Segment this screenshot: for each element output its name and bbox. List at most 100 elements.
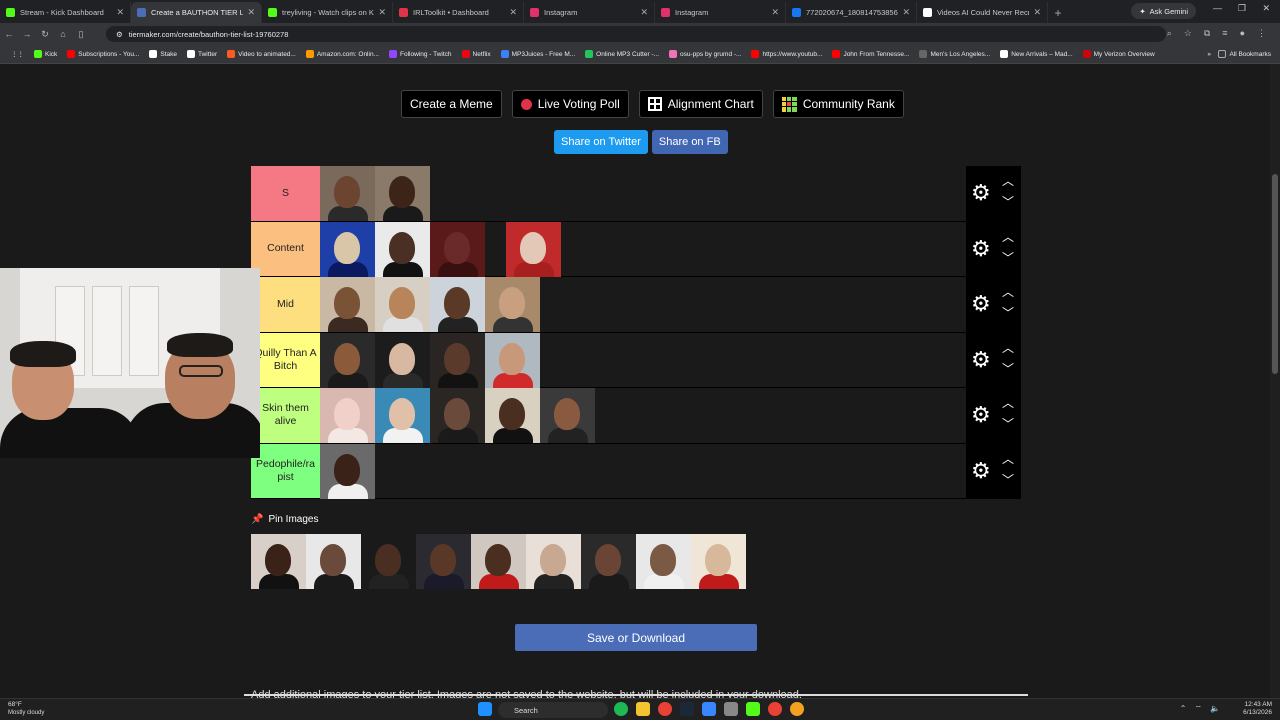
tier-item-image[interactable] xyxy=(430,277,485,332)
browser-tab[interactable]: 772020674_1808147538569141... ✕ xyxy=(786,2,917,23)
back-icon[interactable]: ← xyxy=(0,29,18,39)
tier-item-image[interactable] xyxy=(375,277,430,332)
new-tab-icon[interactable]: + xyxy=(1048,2,1068,23)
tab-close-icon[interactable]: ✕ xyxy=(902,7,910,18)
site-info-icon[interactable]: ⚙ xyxy=(116,30,123,39)
live-voting-poll-button[interactable]: Live Voting Poll xyxy=(511,90,629,118)
browser-tab[interactable]: treyliving - Watch clips on Kick ✕ xyxy=(262,2,393,23)
chevron-up-icon[interactable]: ︿ xyxy=(1000,283,1016,300)
kick-icon[interactable] xyxy=(746,702,760,716)
bookmark-item[interactable]: John From Tennesse... xyxy=(827,50,914,58)
bookmark-item[interactable]: Online MP3 Cutter -... xyxy=(580,50,664,58)
spotify-icon[interactable] xyxy=(614,702,628,716)
tier-item-image[interactable] xyxy=(430,332,485,388)
tier-item-image[interactable] xyxy=(375,221,430,277)
close-window-icon[interactable]: ✕ xyxy=(1262,3,1270,14)
tray-chevron-icon[interactable]: ⌃ xyxy=(1180,704,1187,714)
tier-item-image[interactable] xyxy=(485,277,540,332)
page-scrollbar[interactable] xyxy=(1270,64,1280,698)
tier-label[interactable]: Content xyxy=(251,221,320,276)
tier-items[interactable] xyxy=(320,166,966,221)
gear-icon[interactable]: ⚙ xyxy=(971,182,993,204)
pin-image[interactable] xyxy=(471,534,526,589)
tier-item-image[interactable] xyxy=(320,166,375,221)
bookmark-item[interactable]: MP3Juices - Free M... xyxy=(496,50,581,58)
maximize-icon[interactable]: ❐ xyxy=(1238,3,1246,14)
chevron-up-icon[interactable]: ︿ xyxy=(1000,172,1016,189)
tier-item-image[interactable] xyxy=(375,332,430,388)
obs-icon[interactable] xyxy=(724,702,738,716)
pin-image[interactable] xyxy=(691,534,746,589)
address-bar[interactable]: ⚙ tiermaker.com/create/bauthon-tier-list… xyxy=(106,26,1166,42)
tier-label[interactable]: Mid xyxy=(251,277,320,332)
forward-icon[interactable]: → xyxy=(18,29,36,39)
bookmark-item[interactable]: New Arrivals – Mad... xyxy=(995,50,1077,58)
tier-items[interactable] xyxy=(320,443,966,499)
alignment-chart-button[interactable]: Alignment Chart xyxy=(638,90,763,118)
tier-label[interactable]: Pedophile/ra pist xyxy=(251,443,320,498)
bookmark-item[interactable]: Amazon.com: Onlin... xyxy=(301,50,384,58)
app-icon[interactable] xyxy=(702,702,716,716)
tier-item-image[interactable] xyxy=(375,166,430,221)
chrome-icon[interactable] xyxy=(658,702,672,716)
tier-item-image[interactable] xyxy=(485,388,540,443)
tier-item-image[interactable] xyxy=(430,388,485,443)
tab-close-icon[interactable]: ✕ xyxy=(1033,7,1041,18)
gear-icon[interactable]: ⚙ xyxy=(971,293,993,315)
pin-image[interactable] xyxy=(416,534,471,589)
bookmark-item[interactable]: Subscriptions - You... xyxy=(62,50,144,58)
tier-item-image[interactable] xyxy=(320,388,375,443)
chevron-down-icon[interactable]: ﹀ xyxy=(1000,249,1016,266)
bookmark-item[interactable]: Following - Twitch xyxy=(384,50,457,58)
bookmark-item[interactable]: Kick xyxy=(29,50,62,58)
network-icon[interactable]: ⌔ xyxy=(1195,704,1203,714)
menu-icon[interactable]: ⋮ xyxy=(1257,28,1266,39)
pin-image[interactable] xyxy=(251,534,306,589)
community-rank-button[interactable]: Community Rank xyxy=(772,90,904,118)
minimize-icon[interactable]: — xyxy=(1213,3,1222,13)
tier-item-image[interactable] xyxy=(540,388,595,443)
bookmark-item[interactable]: Stake xyxy=(144,50,182,58)
tab-close-icon[interactable]: ✕ xyxy=(509,7,517,18)
browser-tab[interactable]: Create a BAUTHON TIER LIST Ti... ✕ xyxy=(131,2,262,23)
tier-item-image[interactable] xyxy=(320,221,375,277)
all-bookmarks-button[interactable]: All Bookmarks xyxy=(1213,50,1276,58)
bookmark-star-icon[interactable]: ☆ xyxy=(1184,28,1192,39)
profile-icon[interactable]: ● xyxy=(1240,28,1245,39)
weather-widget[interactable]: 68°F Mostly cloudy xyxy=(8,701,44,717)
chrome-canary-icon[interactable] xyxy=(790,702,804,716)
reading-list-icon[interactable]: ≡ xyxy=(1222,28,1227,39)
tier-item-image[interactable] xyxy=(485,332,540,388)
gear-icon[interactable]: ⚙ xyxy=(971,459,993,482)
gear-icon[interactable]: ⚙ xyxy=(971,237,993,260)
tab-close-icon[interactable]: ✕ xyxy=(771,7,779,18)
extensions-icon[interactable]: ⧉ xyxy=(1204,28,1210,39)
bookmark-item[interactable]: My Verizon Overview xyxy=(1078,50,1160,58)
tier-items[interactable] xyxy=(320,388,966,443)
chevron-up-icon[interactable]: ︿ xyxy=(1000,394,1016,411)
chevron-down-icon[interactable]: ﹀ xyxy=(1000,415,1016,432)
steam-icon[interactable] xyxy=(680,702,694,716)
pin-image[interactable] xyxy=(361,534,416,589)
tier-item-image[interactable] xyxy=(320,277,375,332)
bookmark-item[interactable]: https://www.youtub... xyxy=(746,50,827,58)
tier-item-image[interactable] xyxy=(320,332,375,388)
browser-tab[interactable]: IRLToolkit • Dashboard ✕ xyxy=(393,2,524,23)
volume-icon[interactable]: 🔈 xyxy=(1210,704,1220,714)
save-download-button[interactable]: Save or Download xyxy=(515,624,757,651)
bookmark-item[interactable]: Netflix xyxy=(457,50,496,58)
tier-label[interactable]: S xyxy=(251,166,320,221)
browser-tab[interactable]: Instagram ✕ xyxy=(524,2,655,23)
reload-icon[interactable]: ↻ xyxy=(36,29,54,40)
tab-close-icon[interactable]: ✕ xyxy=(640,7,648,18)
gear-icon[interactable]: ⚙ xyxy=(971,348,993,371)
chevron-down-icon[interactable]: ﹀ xyxy=(1000,304,1016,321)
tab-close-icon[interactable]: ✕ xyxy=(116,7,124,18)
chevron-down-icon[interactable]: ﹀ xyxy=(1000,360,1016,377)
bookmark-item[interactable]: osu-pps by grumd -... xyxy=(664,50,746,58)
chevron-down-icon[interactable]: ﹀ xyxy=(1000,193,1016,210)
apps-icon[interactable]: ⋮⋮ xyxy=(6,50,29,58)
tier-items[interactable] xyxy=(320,277,966,332)
chevron-down-icon[interactable]: ﹀ xyxy=(1000,471,1016,488)
browser-tab[interactable]: Videos AI Could Never Recreat... ✕ xyxy=(917,2,1048,23)
